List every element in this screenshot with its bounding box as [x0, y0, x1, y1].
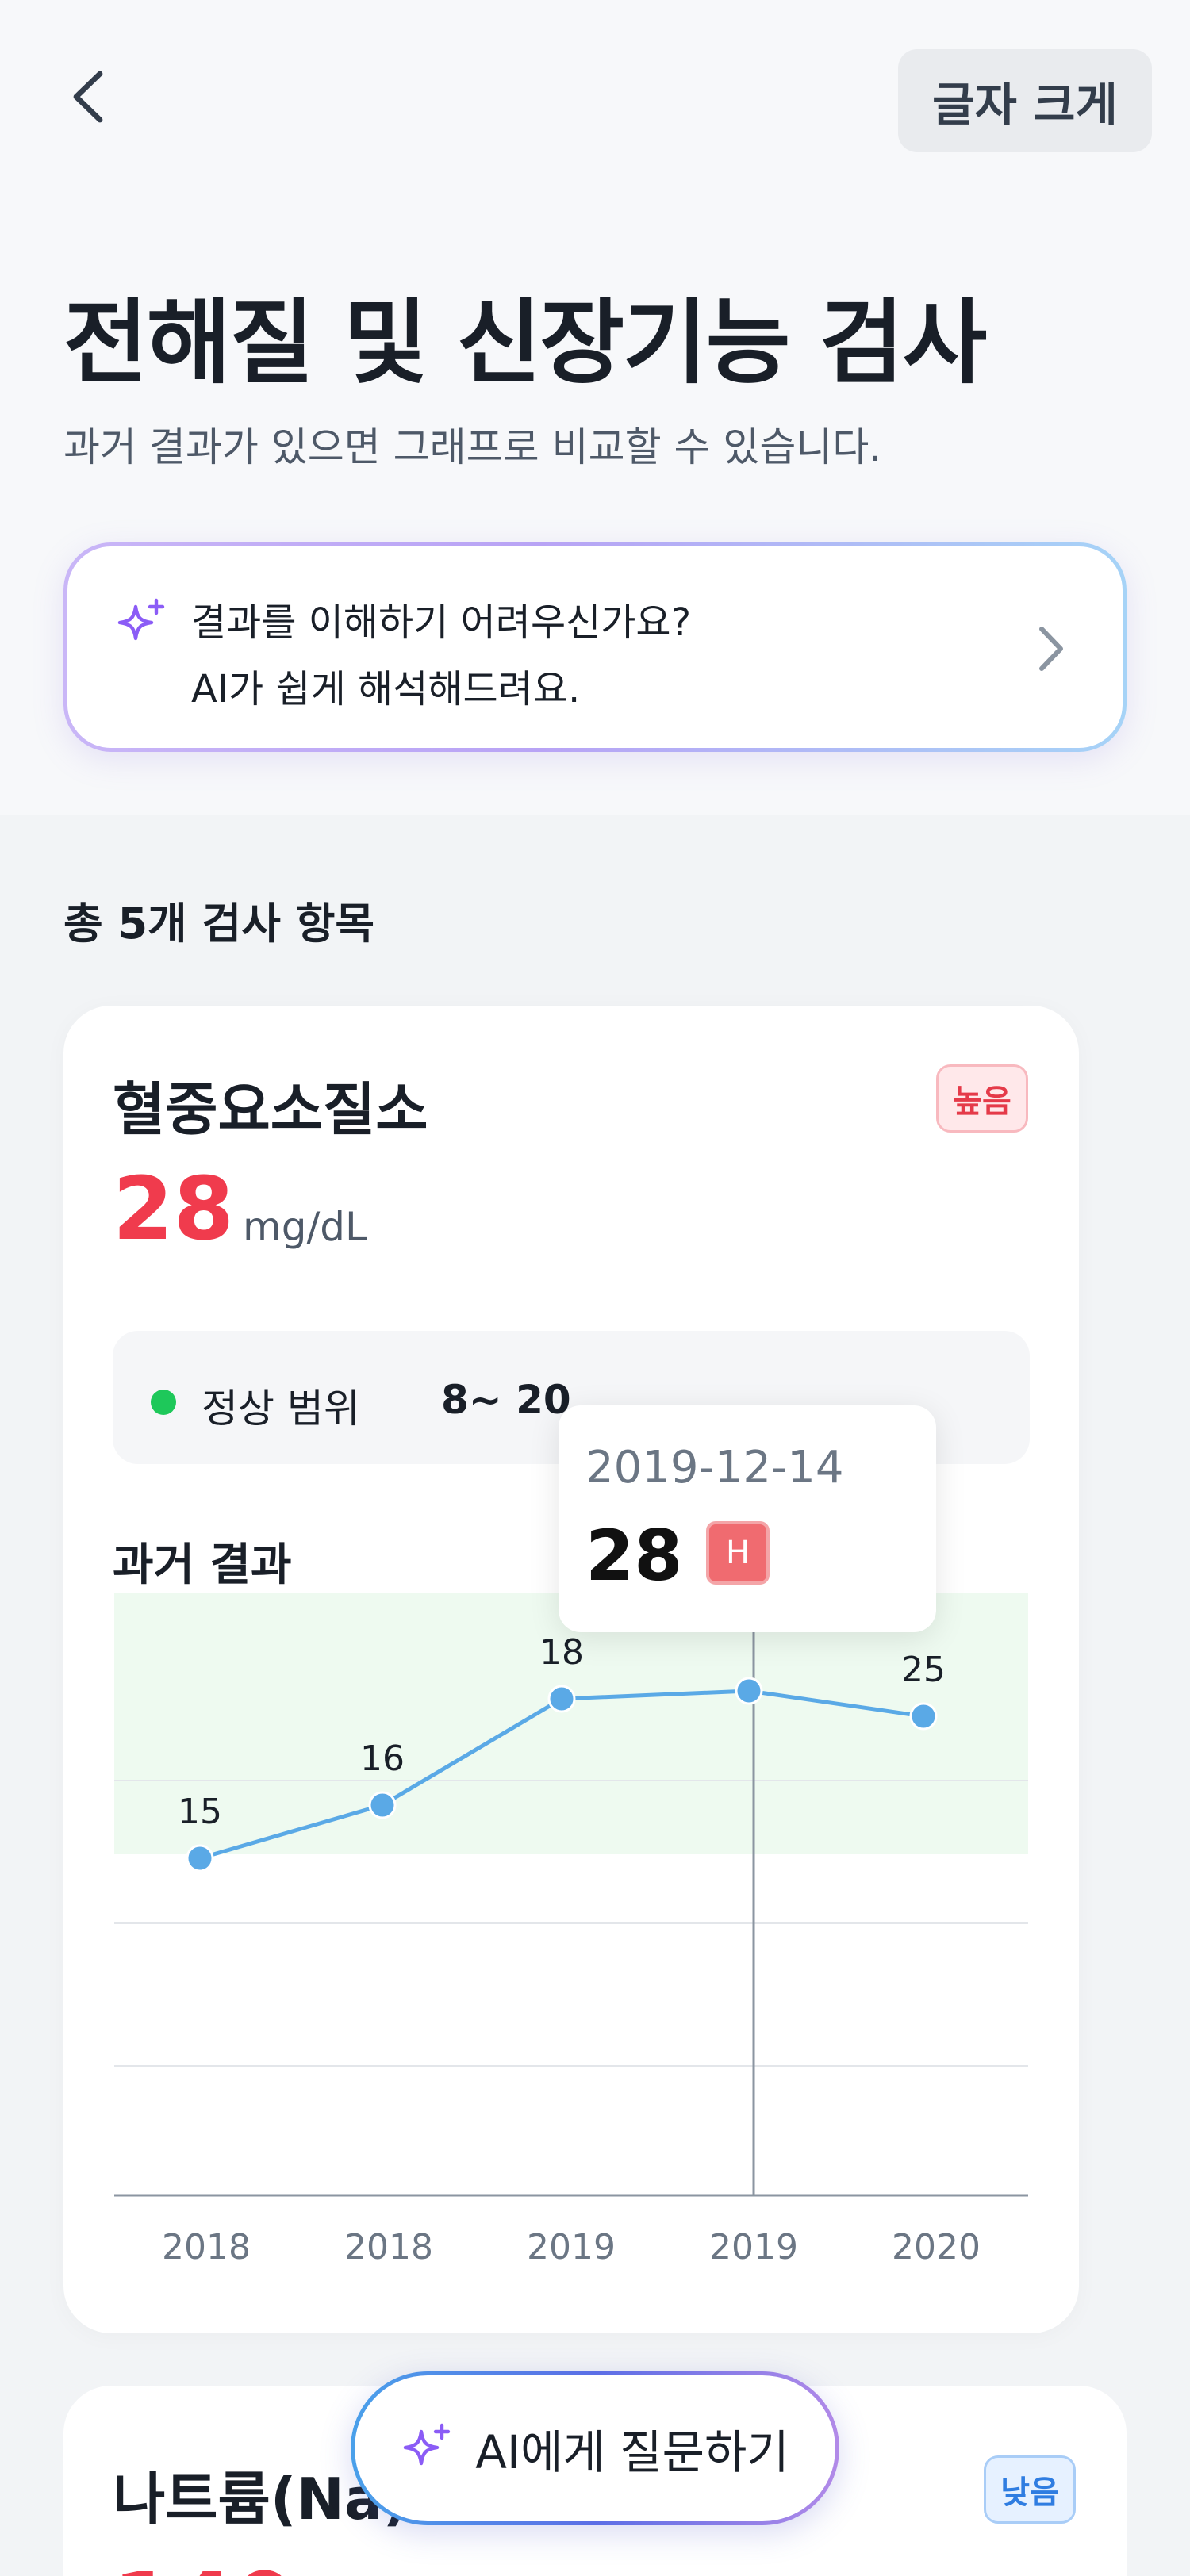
ai-banner-line1: 결과를 이해하기 어려우신가요? — [191, 600, 692, 645]
page-title: 전해질 및 신장기능 검사 — [63, 289, 987, 397]
chart-point — [909, 1702, 938, 1731]
chart-point — [368, 1791, 397, 1819]
chevron-right-icon — [1039, 627, 1063, 671]
ai-banner-line2: AI가 쉽게 해석해드려요. — [191, 667, 581, 711]
font-size-button[interactable]: 글자 크게 — [898, 49, 1152, 152]
tooltip-high-flag: H — [706, 1521, 770, 1585]
chart-x-tick-label: 2020 — [892, 2227, 981, 2267]
chart-data-label: 25 — [901, 1650, 946, 1690]
chart-x-tick-label: 2019 — [527, 2227, 616, 2267]
page-subtitle: 과거 결과가 있으면 그래프로 비교할 수 있습니다. — [63, 424, 882, 470]
sparkle-icon — [117, 598, 165, 641]
tooltip-value: 28 — [585, 1515, 683, 1597]
chart-data-label: 18 — [539, 1632, 584, 1673]
chart-data-label: 16 — [360, 1738, 405, 1779]
chart-point — [547, 1685, 576, 1713]
chart-point — [186, 1844, 214, 1873]
ask-ai-button-body[interactable]: AI에게 질문하기 — [355, 2375, 835, 2521]
test-count-label: 총 5개 검사 항목 — [63, 899, 375, 949]
chart-x-tick-label: 2018 — [162, 2227, 251, 2267]
chart-tooltip: 2019-12-14 28 H — [559, 1405, 936, 1632]
chart-x-tick-label: 2018 — [344, 2227, 433, 2267]
test-result-card: 혈중요소질소 높음 28 mg/dL 정상 범위 8~ 20 과거 결과 15 1… — [63, 1006, 1079, 2333]
sparkle-icon — [404, 2423, 451, 2466]
back-button[interactable] — [63, 71, 114, 123]
chevron-left-icon — [73, 71, 103, 123]
ai-interpret-banner-body[interactable]: 결과를 이해하기 어려우신가요? AI가 쉽게 해석해드려요. — [67, 546, 1123, 748]
ask-ai-label: AI에게 질문하기 — [475, 2425, 789, 2479]
test-value-2: 140 — [113, 2554, 295, 2576]
status-badge-low: 낮음 — [984, 2455, 1076, 2524]
ask-ai-button[interactable]: AI에게 질문하기 — [351, 2371, 839, 2525]
ai-interpret-banner[interactable]: 결과를 이해하기 어려우신가요? AI가 쉽게 해석해드려요. — [63, 542, 1127, 752]
chart-point — [735, 1677, 763, 1705]
chart-x-tick-label: 2019 — [709, 2227, 798, 2267]
header-section: 글자 크게 전해질 및 신장기능 검사 과거 결과가 있으면 그래프로 비교할 … — [0, 0, 1190, 815]
history-chart: 15 16 18 25 2018 2018 2019 2019 2020 — [114, 1593, 1028, 2267]
tooltip-date: 2019-12-14 — [585, 1442, 844, 1493]
chart-data-label: 15 — [178, 1792, 222, 1832]
